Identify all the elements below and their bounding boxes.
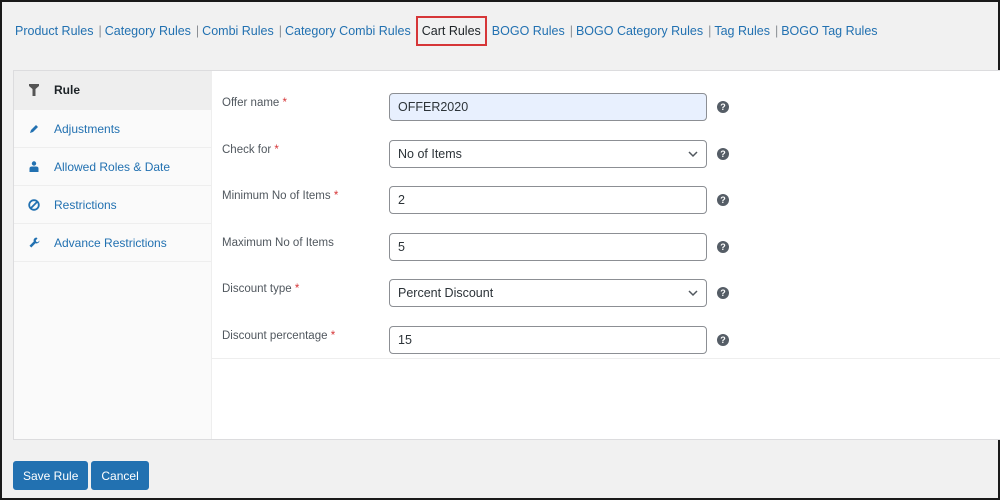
tab-separator: | [195,24,200,38]
sidebar-item-advance-restrictions[interactable]: Advance Restrictions [14,224,211,262]
discount-percentage-label: Discount percentage * [222,329,336,342]
cancel-button[interactable]: Cancel [91,461,149,490]
rule-form: Offer name * OFFER2020 ? Check for * No … [212,71,1000,439]
sidebar-item-adjustments[interactable]: Adjustments [14,110,211,148]
rule-form-fields: Offer name * OFFER2020 ? Check for * No … [212,71,1000,359]
sidebar-item-label: Advance Restrictions [54,235,167,250]
tab-separator: | [98,24,102,38]
sidebar-item-label: Rule [54,83,81,97]
discount-type-label: Discount type * [222,283,300,296]
tab-category-rules[interactable]: Category Rules [104,24,192,38]
sidebar-item-allowed-roles-date[interactable]: Allowed Roles & Date [14,148,211,186]
tab-combi-rules[interactable]: Combi Rules [201,24,275,38]
help-icon[interactable]: ? [717,287,729,300]
help-icon[interactable]: ? [717,147,729,160]
help-icon[interactable]: ? [717,240,729,253]
tab-separator: | [708,24,712,38]
rule-type-tabs: Product Rules | Category Rules | Combi R… [14,16,879,46]
sidebar-item-label: Adjustments [54,121,121,136]
tab-separator: | [774,24,779,38]
maximum-items-input[interactable]: 5 [389,232,707,261]
discount-percentage-input[interactable]: 15 [389,325,707,354]
form-row-maximum-items: Maximum No of Items 5 ? [212,224,1000,271]
sidebar-item-label: Allowed Roles & Date [54,159,171,174]
minimum-items-input[interactable]: 2 [389,186,707,215]
help-icon[interactable]: ? [717,101,729,114]
tab-separator: | [278,24,282,38]
tab-bogo-category-rules[interactable]: BOGO Category Rules [575,24,704,38]
filter-icon [24,84,44,96]
form-row-discount-type: Discount type * Percent Discount ? [212,270,1000,317]
offer-name-input[interactable]: OFFER2020 [389,93,707,122]
tab-product-rules[interactable]: Product Rules [14,24,95,38]
tab-bogo-rules[interactable]: BOGO Rules [491,24,566,38]
sidebar-item-restrictions[interactable]: Restrictions [14,186,211,224]
maximum-items-label: Maximum No of Items [222,236,334,249]
discount-type-select[interactable]: Percent Discount [389,279,707,308]
users-icon [24,161,44,172]
sidebar: Rule Adjustments Allowed Roles & Date Re… [14,71,212,439]
ban-icon [24,198,44,211]
form-row-offer-name: Offer name * OFFER2020 ? [212,84,1000,131]
wrench-icon [24,237,44,248]
tab-category-combi-rules[interactable]: Category Combi Rules [284,24,412,38]
rule-panel: Rule Adjustments Allowed Roles & Date Re… [13,70,1000,440]
form-row-discount-percentage: Discount percentage * 15 ? [212,317,1000,364]
save-rule-button[interactable]: Save Rule [13,461,89,490]
check-for-select[interactable]: No of Items [389,139,707,168]
sidebar-item-rule[interactable]: Rule [14,71,211,110]
tab-bogo-tag-rules[interactable]: BOGO Tag Rules [780,24,878,38]
tab-tag-rules[interactable]: Tag Rules [713,24,771,38]
help-icon[interactable]: ? [717,194,729,207]
help-icon[interactable]: ? [717,333,729,346]
tab-cart-rules[interactable]: Cart Rules [415,16,487,46]
minimum-items-label: Minimum No of Items * [222,190,339,203]
form-row-check-for: Check for * No of Items ? [212,131,1000,178]
form-actions: Save Rule Cancel [13,461,149,490]
offer-name-label: Offer name * [222,97,288,110]
chevron-down-icon [688,151,698,157]
form-row-minimum-items: Minimum No of Items * 2 ? [212,177,1000,224]
chevron-down-icon [688,290,698,297]
tab-separator: | [569,24,573,38]
check-for-label: Check for * [222,143,279,156]
pencil-icon [24,124,44,134]
sidebar-item-label: Restrictions [54,197,117,212]
